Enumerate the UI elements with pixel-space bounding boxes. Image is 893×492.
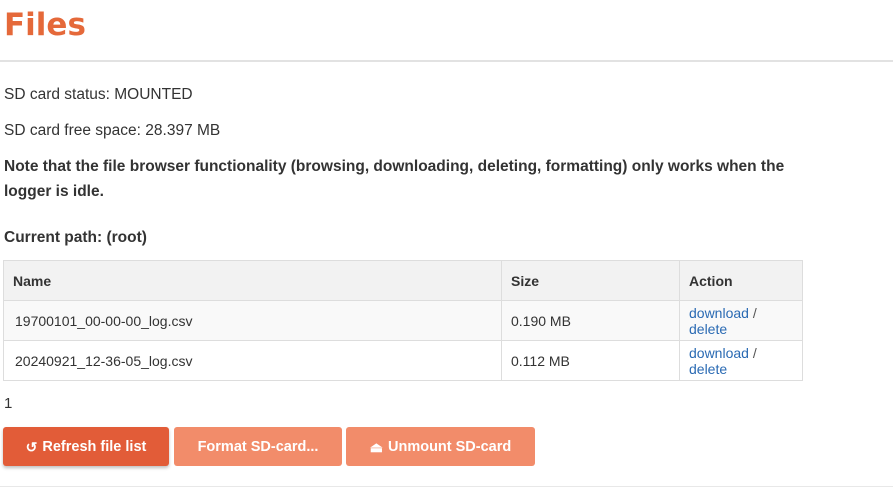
eject-icon: ⏏: [369, 438, 383, 455]
table-row: 19700101_00-00-00_log.csv 0.190 MB downl…: [3, 300, 803, 341]
sd-status-text: SD card status: MOUNTED: [4, 86, 193, 103]
table-header-row: Name Size Action: [3, 260, 803, 301]
file-name: 19700101_00-00-00_log.csv: [3, 300, 502, 341]
bottom-divider: [0, 486, 893, 487]
column-header-action: Action: [679, 260, 803, 301]
unmount-button-label: Unmount SD-card: [387, 438, 512, 455]
current-path: Current path: (root): [4, 229, 147, 246]
title-divider: [0, 60, 893, 62]
file-table: Name Size Action 19700101_00-00-00_log.c…: [3, 260, 803, 381]
page-title: Files: [4, 7, 86, 43]
delete-link[interactable]: delete: [689, 361, 727, 377]
file-actions: download / delete: [679, 340, 803, 381]
column-header-size: Size: [501, 260, 680, 301]
refresh-icon: ↺: [25, 438, 38, 455]
column-header-name: Name: [3, 260, 502, 301]
download-link[interactable]: download: [689, 345, 749, 361]
refresh-button-label: Refresh file list: [42, 438, 147, 455]
pagination-page-number[interactable]: 1: [4, 395, 12, 413]
table-row: 20240921_12-36-05_log.csv 0.112 MB downl…: [3, 340, 803, 381]
format-button-label: Format SD-card...: [197, 438, 319, 455]
file-size: 0.190 MB: [501, 300, 680, 341]
delete-link[interactable]: delete: [689, 321, 727, 337]
action-separator: /: [752, 344, 757, 361]
unmount-sd-card-button[interactable]: ⏏ Unmount SD-card: [346, 427, 535, 466]
file-actions: download / delete: [679, 300, 803, 341]
sd-free-space-text: SD card free space: 28.397 MB: [4, 122, 221, 139]
refresh-file-list-button[interactable]: ↺ Refresh file list: [3, 427, 169, 466]
format-sd-card-button[interactable]: Format SD-card...: [174, 427, 342, 466]
download-link[interactable]: download: [689, 305, 749, 321]
action-separator: /: [752, 304, 757, 321]
file-size: 0.112 MB: [501, 340, 680, 381]
idle-note: Note that the file browser functionality…: [4, 158, 785, 200]
file-name: 20240921_12-36-05_log.csv: [3, 340, 502, 381]
